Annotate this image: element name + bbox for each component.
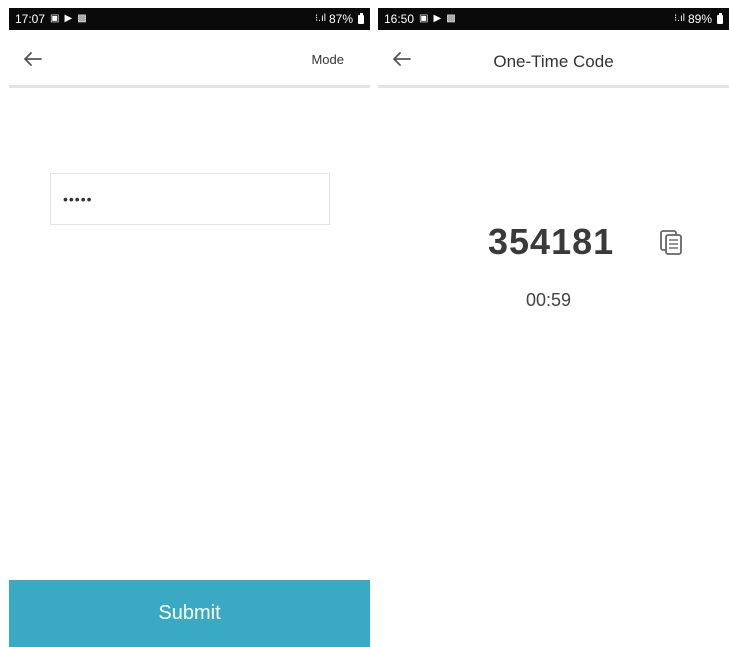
screen-title: One-Time Code <box>493 52 614 71</box>
pin-input[interactable] <box>50 173 330 225</box>
app-bar: Mode <box>9 30 370 88</box>
status-battery-level: 89% <box>687 12 712 26</box>
one-time-code: 354181 <box>488 221 615 262</box>
countdown-timer: 00:59 <box>525 290 572 310</box>
play-icon: ▶ <box>64 13 73 24</box>
status-bar: 16:50 ▣ ▶ ▩ ⁝.ıl 89% <box>378 8 729 30</box>
mode-button[interactable]: Mode <box>311 52 344 67</box>
arrow-left-icon <box>24 52 42 66</box>
gallery-icon: ▩ <box>77 13 87 24</box>
image-icon: ▣ <box>50 13 60 24</box>
status-bar: 17:07 ▣ ▶ ▩ ⁝.ıl 87% <box>9 8 370 30</box>
back-button[interactable] <box>21 47 45 71</box>
status-battery-level: 87% <box>328 12 353 26</box>
copy-button[interactable] <box>658 228 684 256</box>
status-time: 16:50 <box>384 12 415 26</box>
signal-icon: ⁝.ıl <box>315 13 326 24</box>
copy-icon <box>660 230 682 255</box>
play-icon: ▶ <box>433 13 442 24</box>
status-time: 17:07 <box>15 12 46 26</box>
battery-icon <box>358 12 364 24</box>
image-icon: ▣ <box>419 13 429 24</box>
app-bar: One-Time Code <box>378 30 729 88</box>
pin-entry-screen: 17:07 ▣ ▶ ▩ ⁝.ıl 87% Mode Submit <box>9 8 370 647</box>
battery-icon <box>717 12 723 24</box>
signal-icon: ⁝.ıl <box>674 13 685 24</box>
one-time-code-screen: 16:50 ▣ ▶ ▩ ⁝.ıl 89% One-Time Code 35418… <box>378 8 729 647</box>
submit-button[interactable]: Submit <box>9 580 370 647</box>
gallery-icon: ▩ <box>446 13 456 24</box>
